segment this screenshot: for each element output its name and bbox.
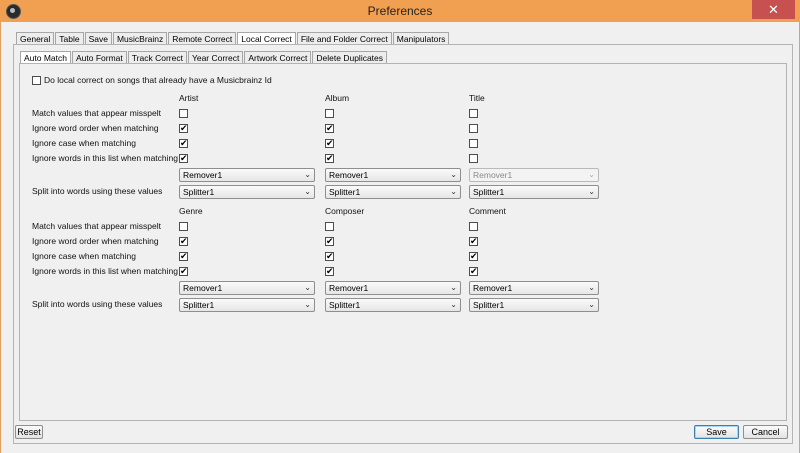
- musicbrainz-id-checkbox[interactable]: [32, 76, 41, 85]
- section1-remover-artist-dropdown[interactable]: Remover1 ⌄: [179, 168, 315, 182]
- dropdown-value: Remover1: [183, 170, 223, 180]
- chevron-down-icon: ⌄: [588, 300, 595, 309]
- section1-ignore-word-order-artist-checkbox[interactable]: ✔: [179, 124, 188, 133]
- section2-header-comment: Comment: [469, 206, 506, 216]
- section2-match-misspelt-label: Match values that appear misspelt: [32, 221, 161, 231]
- section1-header-artist: Artist: [179, 93, 199, 103]
- section1-split-label: Split into words using these values: [32, 186, 163, 196]
- section1-header-album: Album: [325, 93, 350, 103]
- section2-split-label: Split into words using these values: [32, 299, 163, 309]
- section1-match-misspelt-title-checkbox[interactable]: [469, 109, 478, 118]
- reset-button[interactable]: Reset: [15, 425, 43, 439]
- sub-tab-panel: Do local correct on songs that already h…: [19, 63, 787, 421]
- section2-splitter-comment-dropdown[interactable]: Splitter1 ⌄: [469, 298, 599, 312]
- dropdown-value: Remover1: [473, 283, 513, 293]
- section2-ignore-words-list-composer-checkbox[interactable]: ✔: [325, 267, 334, 276]
- section2-remover-genre-dropdown[interactable]: Remover1 ⌄: [179, 281, 315, 295]
- section2-match-misspelt-comment-checkbox[interactable]: [469, 222, 478, 231]
- chevron-down-icon: ⌄: [450, 170, 457, 179]
- section2-ignore-case-comment-checkbox[interactable]: ✔: [469, 252, 478, 261]
- chevron-down-icon: ⌄: [588, 187, 595, 196]
- main-tab-panel: Auto Match Auto Format Track Correct Year C…: [13, 44, 793, 444]
- chevron-down-icon: ⌄: [304, 300, 311, 309]
- cancel-button[interactable]: Cancel: [743, 425, 788, 439]
- window-title: Preferences: [367, 4, 433, 18]
- chevron-down-icon: ⌄: [450, 283, 457, 292]
- section2-ignore-words-list-genre-checkbox[interactable]: ✔: [179, 267, 188, 276]
- close-icon[interactable]: ✕: [752, 0, 795, 19]
- preferences-window: General Table Save MusicBrainz Remote Correc…: [0, 22, 800, 453]
- dropdown-value: Splitter1: [473, 300, 505, 310]
- dropdown-value: Remover1: [329, 283, 369, 293]
- section2-header-composer: Composer: [325, 206, 365, 216]
- dropdown-value: Remover1: [329, 170, 369, 180]
- section1-match-misspelt-artist-checkbox[interactable]: [179, 109, 188, 118]
- section2-ignore-case-composer-checkbox[interactable]: ✔: [325, 252, 334, 261]
- section1-remover-album-dropdown[interactable]: Remover1 ⌄: [325, 168, 461, 182]
- musicbrainz-id-label: Do local correct on songs that already h…: [44, 75, 272, 85]
- section2-match-misspelt-composer-checkbox[interactable]: [325, 222, 334, 231]
- dropdown-value: Splitter1: [183, 300, 215, 310]
- section1-ignore-case-album-checkbox[interactable]: ✔: [325, 139, 334, 148]
- section2-ignore-word-order-label: Ignore word order when matching: [32, 236, 159, 246]
- chevron-down-icon: ⌄: [304, 283, 311, 292]
- section1-ignore-word-order-album-checkbox[interactable]: ✔: [325, 124, 334, 133]
- section2-remover-comment-dropdown[interactable]: Remover1 ⌄: [469, 281, 599, 295]
- section1-match-misspelt-album-checkbox[interactable]: [325, 109, 334, 118]
- chevron-down-icon: ⌄: [588, 170, 595, 179]
- chevron-down-icon: ⌄: [304, 187, 311, 196]
- section2-remover-composer-dropdown[interactable]: Remover1 ⌄: [325, 281, 461, 295]
- section2-ignore-word-order-genre-checkbox[interactable]: ✔: [179, 237, 188, 246]
- chevron-down-icon: ⌄: [450, 300, 457, 309]
- section2-ignore-words-list-comment-checkbox[interactable]: ✔: [469, 267, 478, 276]
- chevron-down-icon: ⌄: [304, 170, 311, 179]
- save-button[interactable]: Save: [694, 425, 739, 439]
- section1-splitter-title-dropdown[interactable]: Splitter1 ⌄: [469, 185, 599, 199]
- section2-ignore-word-order-composer-checkbox[interactable]: ✔: [325, 237, 334, 246]
- section2-ignore-words-list-label: Ignore words in this list when matching: [32, 266, 178, 276]
- section1-ignore-words-list-label: Ignore words in this list when matching: [32, 153, 178, 163]
- section2-splitter-genre-dropdown[interactable]: Splitter1 ⌄: [179, 298, 315, 312]
- section1-ignore-words-list-title-checkbox[interactable]: [469, 154, 478, 163]
- section2-ignore-case-genre-checkbox[interactable]: ✔: [179, 252, 188, 261]
- dropdown-value: Splitter1: [473, 187, 505, 197]
- section1-ignore-word-order-title-checkbox[interactable]: [469, 124, 478, 133]
- section2-ignore-word-order-comment-checkbox[interactable]: ✔: [469, 237, 478, 246]
- section1-remover-title-dropdown: Remover1 ⌄: [469, 168, 599, 182]
- dropdown-value: Splitter1: [329, 300, 361, 310]
- dropdown-value: Splitter1: [329, 187, 361, 197]
- section1-ignore-word-order-label: Ignore word order when matching: [32, 123, 159, 133]
- section1-ignore-words-list-artist-checkbox[interactable]: ✔: [179, 154, 188, 163]
- section2-header-genre: Genre: [179, 206, 203, 216]
- title-bar: Preferences ✕: [0, 0, 800, 23]
- section1-splitter-artist-dropdown[interactable]: Splitter1 ⌄: [179, 185, 315, 199]
- section1-splitter-album-dropdown[interactable]: Splitter1 ⌄: [325, 185, 461, 199]
- section1-match-misspelt-label: Match values that appear misspelt: [32, 108, 161, 118]
- section1-ignore-words-list-album-checkbox[interactable]: ✔: [325, 154, 334, 163]
- section1-ignore-case-label: Ignore case when matching: [32, 138, 136, 148]
- dropdown-value: Splitter1: [183, 187, 215, 197]
- dropdown-value: Remover1: [183, 283, 223, 293]
- section2-splitter-composer-dropdown[interactable]: Splitter1 ⌄: [325, 298, 461, 312]
- section1-ignore-case-title-checkbox[interactable]: [469, 139, 478, 148]
- section2-ignore-case-label: Ignore case when matching: [32, 251, 136, 261]
- chevron-down-icon: ⌄: [450, 187, 457, 196]
- section1-header-title: Title: [469, 93, 485, 103]
- dropdown-value: Remover1: [473, 170, 513, 180]
- chevron-down-icon: ⌄: [588, 283, 595, 292]
- section1-ignore-case-artist-checkbox[interactable]: ✔: [179, 139, 188, 148]
- section2-match-misspelt-genre-checkbox[interactable]: [179, 222, 188, 231]
